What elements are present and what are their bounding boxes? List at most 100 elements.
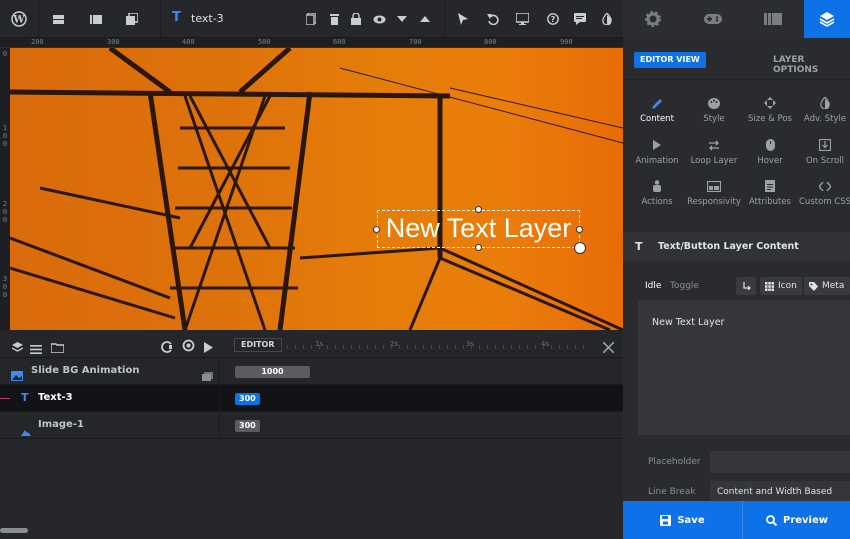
- ruler-label: 1 0 0: [2, 124, 8, 148]
- option-label: Animation: [635, 156, 679, 166]
- code-icon: [797, 179, 850, 193]
- option-label: On Scroll: [805, 156, 845, 166]
- resize-handle[interactable]: [373, 226, 380, 233]
- folder-icon[interactable]: [50, 338, 65, 357]
- linebreak-select[interactable]: Content and Width Based: [710, 481, 850, 501]
- option-label: Attributes: [749, 197, 791, 207]
- slides-menu-icon[interactable]: [48, 0, 68, 38]
- slide-canvas[interactable]: New Text Layer: [10, 48, 623, 330]
- meta-chip-label: Meta: [822, 281, 845, 291]
- timeline-divider: [219, 358, 220, 439]
- duplicate-icon[interactable]: [302, 0, 320, 38]
- insert-button[interactable]: [736, 277, 756, 295]
- tab-settings[interactable]: [623, 0, 683, 38]
- option-actions[interactable]: Actions: [629, 179, 685, 207]
- row-label: Slide BG Animation: [31, 365, 140, 376]
- option-hover[interactable]: Hover: [742, 138, 798, 166]
- save-button[interactable]: Save: [623, 501, 743, 539]
- rotate-handle-icon[interactable]: [574, 242, 586, 254]
- desktop-view-icon[interactable]: [512, 0, 532, 38]
- gear-icon: [645, 11, 661, 27]
- section-title: Text/Button Layer Content: [658, 241, 799, 252]
- lock-icon[interactable]: [347, 0, 365, 38]
- loop-toggle-icon[interactable]: [161, 338, 173, 357]
- option-label: Size & Pos: [748, 114, 792, 124]
- duration-badge[interactable]: 300: [235, 393, 260, 405]
- undo-icon[interactable]: [484, 0, 502, 38]
- layer-content-textarea[interactable]: New Text Layer: [638, 300, 850, 435]
- floppy-disk-icon: [660, 514, 672, 526]
- icon-button[interactable]: Icon: [760, 277, 802, 295]
- palette-icon: [686, 96, 742, 110]
- copy-slide-icon[interactable]: [122, 0, 142, 38]
- resize-handle[interactable]: [475, 206, 482, 213]
- photo-stack-icon[interactable]: [202, 366, 213, 385]
- option-animation[interactable]: Animation: [629, 138, 685, 166]
- option-content[interactable]: Content: [629, 96, 685, 124]
- linebreak-label: Line Break: [648, 487, 696, 497]
- vertical-ruler: 0 1 0 0 2 0 0 3 0 0: [0, 48, 10, 330]
- resize-handle[interactable]: [576, 226, 583, 233]
- contrast-toggle-icon[interactable]: [598, 0, 616, 38]
- timeline-panel: EDITOR 1s 2s 3s 4s Slide BG Animation 10…: [0, 330, 623, 539]
- duration-badge[interactable]: 300: [235, 420, 260, 432]
- gamepad-icon: [704, 14, 722, 24]
- option-responsivity[interactable]: Responsivity: [686, 179, 742, 207]
- tab-slide[interactable]: [743, 0, 803, 38]
- layers-stack-icon[interactable]: [11, 338, 24, 357]
- contrast-icon: [797, 96, 850, 110]
- timeline-row-text-3[interactable]: T Text-3 300: [0, 385, 623, 412]
- option-size-pos[interactable]: Size & Pos: [742, 96, 798, 124]
- state-toggle-tab[interactable]: Toggle: [670, 281, 699, 291]
- text-layer-content[interactable]: New Text Layer: [378, 211, 579, 245]
- tab-layers[interactable]: [804, 0, 850, 38]
- preview-label: Preview: [782, 514, 828, 526]
- resize-handle[interactable]: [475, 244, 482, 251]
- close-icon[interactable]: [602, 338, 615, 357]
- right-panel-tabs: [623, 0, 850, 38]
- timeline-row-slide-bg[interactable]: Slide BG Animation 1000: [0, 358, 623, 385]
- pencil-icon: [629, 96, 685, 110]
- timeline-ticks: [287, 345, 587, 349]
- duration-badge[interactable]: 1000: [235, 366, 310, 378]
- option-custom-css[interactable]: Custom CSS: [797, 179, 850, 207]
- placeholder-input[interactable]: [710, 451, 850, 473]
- content-text: New Text Layer: [652, 317, 725, 328]
- option-loop-layer[interactable]: Loop Layer: [686, 138, 742, 166]
- wordpress-icon[interactable]: W: [0, 0, 38, 38]
- tab-navigation[interactable]: [683, 0, 743, 38]
- visibility-icon[interactable]: [370, 0, 388, 38]
- preview-button[interactable]: Preview: [744, 501, 850, 539]
- document-icon: [742, 179, 798, 193]
- option-style[interactable]: Style: [686, 96, 742, 124]
- timeline-row-image-1[interactable]: Image-1 300: [0, 412, 623, 439]
- comment-icon[interactable]: [571, 0, 589, 38]
- rewind-icon[interactable]: [182, 337, 195, 356]
- option-on-scroll[interactable]: On Scroll: [797, 138, 850, 166]
- state-idle-tab[interactable]: Idle: [645, 281, 661, 291]
- editor-button[interactable]: EDITOR: [234, 338, 282, 352]
- list-icon[interactable]: [30, 339, 42, 358]
- option-adv-style[interactable]: Adv. Style: [797, 96, 850, 124]
- move-down-icon[interactable]: [393, 0, 411, 38]
- tag-icon: [809, 281, 818, 291]
- slide-library-icon[interactable]: [86, 0, 106, 38]
- horizontal-scrollbar[interactable]: [0, 528, 28, 533]
- option-label: Hover: [757, 156, 783, 166]
- layers-icon: [819, 12, 835, 27]
- move-up-icon[interactable]: [416, 0, 434, 38]
- play-icon[interactable]: [204, 338, 213, 357]
- layer-options-button[interactable]: LAYER OPTIONS: [773, 55, 850, 75]
- help-icon[interactable]: ?: [544, 0, 562, 38]
- option-attributes[interactable]: Attributes: [742, 179, 798, 207]
- text-layer-selected[interactable]: New Text Layer: [373, 206, 586, 254]
- meta-button[interactable]: Meta: [804, 277, 850, 295]
- selected-layer-name[interactable]: text-3: [191, 12, 224, 25]
- section-header[interactable]: T Text/Button Layer Content: [623, 232, 850, 262]
- editor-view-button[interactable]: EDITOR VIEW: [634, 52, 706, 68]
- ruler-label: 400: [182, 38, 195, 46]
- trash-icon[interactable]: [325, 0, 343, 38]
- device-chevron-icon[interactable]: [519, 29, 525, 44]
- select-cursor-icon[interactable]: [454, 0, 472, 38]
- selection-marker: [0, 398, 10, 399]
